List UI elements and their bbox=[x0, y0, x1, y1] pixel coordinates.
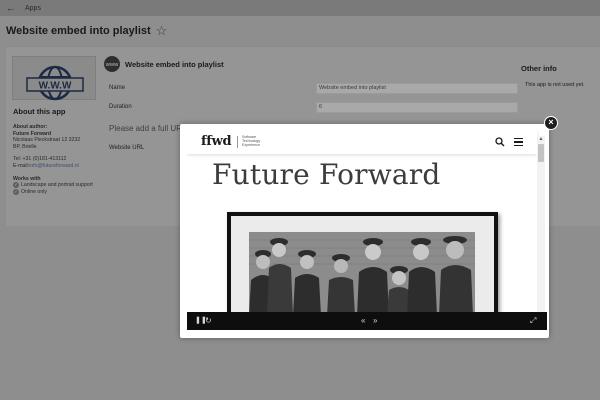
about-heading: About this app bbox=[13, 107, 66, 116]
works-with-label: Works with bbox=[13, 175, 41, 182]
feature-label: Online only bbox=[21, 188, 47, 195]
duration-field[interactable]: 6 bbox=[316, 102, 518, 113]
player-controls: ❚❚ ↻ « » ⤢ bbox=[187, 312, 547, 330]
page-title-row: Website embed into playlist ☆ bbox=[6, 24, 167, 37]
author-email-row: E-mail:info@futureforward.nl bbox=[13, 163, 103, 170]
logo-text: W.W.W bbox=[39, 81, 72, 92]
other-info-text: This app is not used yet. bbox=[525, 82, 585, 88]
author-tel: Tel: +31 (0)181-413112 bbox=[13, 156, 67, 163]
photo-mat bbox=[231, 216, 494, 316]
name-field[interactable]: Website embed into playlist bbox=[316, 83, 518, 94]
website-url-label: Website URL bbox=[109, 145, 145, 151]
double-chevron-right-icon[interactable]: » bbox=[373, 316, 377, 326]
app-mini-icon: WWW bbox=[104, 56, 120, 72]
site-header: ffwd Software Technology Experience bbox=[187, 130, 537, 154]
photo-frame bbox=[227, 212, 498, 322]
app-settings-title: Website embed into playlist bbox=[125, 59, 224, 69]
app-logo: W.W.W bbox=[12, 56, 96, 101]
feature-item: ✓ Landscape and portrait support bbox=[13, 182, 103, 189]
fullscreen-icon[interactable]: ⤢ bbox=[530, 316, 536, 326]
star-outline-icon[interactable]: ☆ bbox=[156, 24, 168, 37]
page-title: Website embed into playlist bbox=[6, 24, 151, 37]
author-label: About author: bbox=[13, 124, 48, 130]
website-preview-frame[interactable]: ffwd Software Technology Experience ▲ Fu… bbox=[187, 130, 547, 330]
name-label: Name bbox=[109, 85, 126, 91]
check-circle-icon: ✓ bbox=[13, 189, 19, 196]
close-icon[interactable]: × bbox=[544, 116, 558, 130]
email-link[interactable]: info@futureforward.nl bbox=[29, 163, 79, 169]
site-tagline: Software Technology Experience bbox=[242, 135, 260, 148]
site-logo-divider bbox=[237, 136, 238, 148]
search-icon[interactable] bbox=[495, 137, 505, 147]
scroll-thumb[interactable] bbox=[538, 144, 544, 162]
feature-item: ✓ Online only bbox=[13, 189, 103, 196]
refresh-icon[interactable]: ↻ bbox=[205, 316, 212, 326]
globe-www-icon: W.W.W bbox=[26, 65, 84, 101]
app-settings-header: WWW Website embed into playlist bbox=[104, 56, 224, 72]
frame-scrollbar[interactable]: ▲ bbox=[537, 136, 545, 312]
top-bar: ← Apps bbox=[0, 0, 600, 16]
check-circle-icon: ✓ bbox=[13, 182, 19, 189]
address-line-1: Nicolaas Pieckstraat 12 3232 bbox=[13, 137, 81, 144]
email-label: E-mail: bbox=[13, 162, 30, 169]
hero-title: Future Forward bbox=[212, 158, 441, 191]
vintage-group-photo bbox=[249, 232, 475, 316]
full-url-hint: Please add a full UR bbox=[109, 124, 182, 133]
double-chevron-left-icon[interactable]: « bbox=[361, 316, 365, 326]
site-logo[interactable]: ffwd bbox=[201, 134, 232, 149]
author-name: Future Forward bbox=[13, 130, 52, 137]
scroll-up-icon[interactable]: ▲ bbox=[537, 136, 545, 142]
hamburger-menu-icon[interactable] bbox=[514, 138, 523, 146]
feature-label: Landscape and portrait support bbox=[21, 182, 93, 189]
other-info-title: Other info bbox=[521, 64, 557, 73]
arrow-left-icon[interactable]: ← bbox=[6, 3, 15, 13]
about-panel: About this app About author: Future Forw… bbox=[13, 107, 103, 196]
breadcrumb-apps[interactable]: Apps bbox=[25, 5, 41, 12]
tagline-line: Experience bbox=[242, 143, 260, 148]
duration-label: Duration bbox=[109, 104, 132, 110]
address-line-2: BP, Brielle bbox=[13, 143, 37, 150]
